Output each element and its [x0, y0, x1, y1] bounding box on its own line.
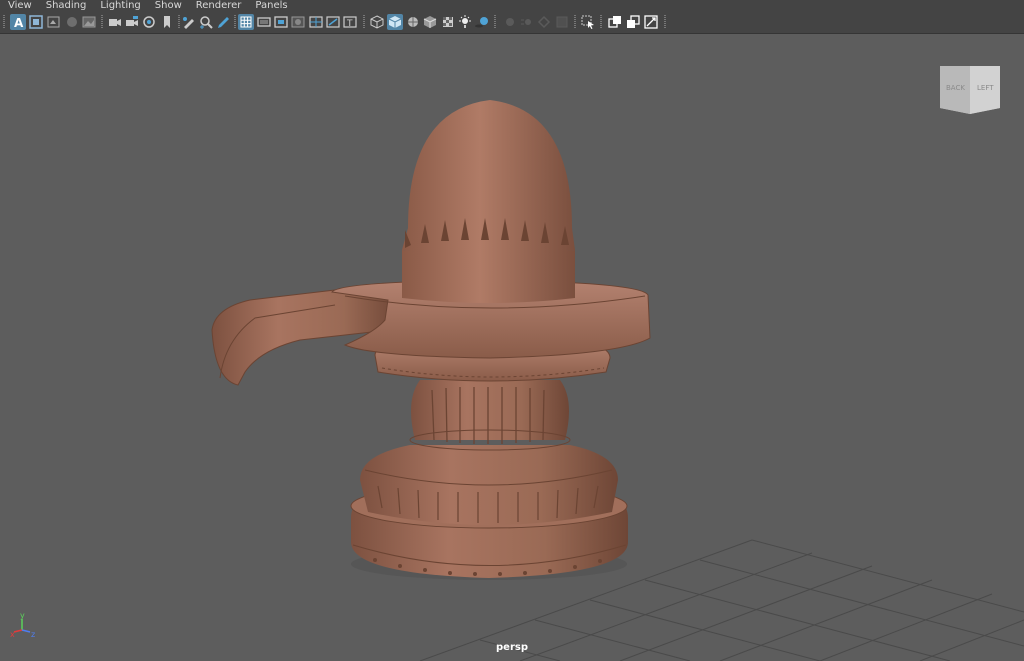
- 3d-viewport[interactable]: BACK LEFT y x z: [0, 34, 1024, 661]
- shadows-icon[interactable]: [474, 14, 490, 30]
- image-plane-icon[interactable]: [81, 14, 97, 30]
- shaded-sphere-icon[interactable]: [64, 14, 80, 30]
- toolbar-separator: [574, 15, 576, 29]
- toolbar-separator: [363, 15, 365, 29]
- maya-viewport-panel: View Shading Lighting Show Renderer Pane…: [0, 0, 1024, 661]
- toolbar-separator: [600, 15, 602, 29]
- safe-action-icon[interactable]: [325, 14, 341, 30]
- isolate-icon[interactable]: [46, 14, 62, 30]
- menu-view[interactable]: View: [0, 0, 38, 12]
- xray-icon[interactable]: [607, 14, 623, 30]
- svg-text:A: A: [14, 16, 24, 30]
- toolbar-separator: [494, 15, 496, 29]
- toolbar-separator: [664, 15, 666, 29]
- svg-text:T: T: [346, 19, 353, 29]
- wireframe-icon[interactable]: [369, 14, 385, 30]
- pencil-icon[interactable]: [215, 14, 231, 30]
- bookmark-icon[interactable]: [159, 14, 175, 30]
- select-camera-icon[interactable]: A: [10, 14, 26, 30]
- viewport-scene: BACK LEFT y x z: [0, 34, 1024, 661]
- anti-aliasing-icon[interactable]: [536, 14, 552, 30]
- motion-blur-icon[interactable]: [519, 14, 535, 30]
- axis-z-label: z: [31, 630, 35, 639]
- camera-attributes-icon[interactable]: [124, 14, 140, 30]
- smooth-shade-icon[interactable]: [387, 14, 403, 30]
- wireframe-on-shaded-icon[interactable]: [405, 14, 421, 30]
- toolbar-separator: [3, 15, 5, 29]
- camera-icon[interactable]: [107, 14, 123, 30]
- toolbar-separator: [101, 15, 103, 29]
- panel-menu-bar: View Shading Lighting Show Renderer Pane…: [0, 0, 1024, 12]
- panel-toolbar: A T: [0, 12, 1024, 34]
- default-material-icon[interactable]: [422, 14, 438, 30]
- menu-renderer[interactable]: Renderer: [188, 0, 248, 12]
- axis-x-label: x: [10, 630, 15, 639]
- view-cube-back-label: BACK: [946, 84, 965, 92]
- toolbar-separator: [234, 15, 236, 29]
- grid-icon[interactable]: [238, 14, 254, 30]
- gate-mask-icon[interactable]: [290, 14, 306, 30]
- view-cube[interactable]: BACK LEFT: [940, 66, 1000, 114]
- menu-panels[interactable]: Panels: [247, 0, 293, 12]
- menu-shading[interactable]: Shading: [38, 0, 93, 12]
- grease-pencil-icon[interactable]: [181, 14, 197, 30]
- field-chart-icon[interactable]: [308, 14, 324, 30]
- camera-name-label: persp: [496, 642, 528, 653]
- xray-joints-icon[interactable]: [625, 14, 641, 30]
- film-gate-icon[interactable]: [256, 14, 272, 30]
- isolate-select-icon[interactable]: [580, 14, 596, 30]
- textured-icon[interactable]: [440, 14, 456, 30]
- frame-selection-icon[interactable]: [28, 14, 44, 30]
- ambient-occlusion-icon[interactable]: [502, 14, 518, 30]
- menu-lighting[interactable]: Lighting: [92, 0, 146, 12]
- hud-toggle-icon[interactable]: [643, 14, 659, 30]
- safe-title-icon[interactable]: T: [342, 14, 358, 30]
- toolbar-separator: [178, 15, 180, 29]
- depth-of-field-icon[interactable]: [554, 14, 570, 30]
- menu-show[interactable]: Show: [147, 0, 188, 12]
- axis-y-label: y: [20, 611, 25, 620]
- bookmark-camera-icon[interactable]: [141, 14, 157, 30]
- lighting-icon[interactable]: [457, 14, 473, 30]
- resolution-gate-icon[interactable]: [273, 14, 289, 30]
- 2d-pan-zoom-icon[interactable]: [198, 14, 214, 30]
- view-cube-left-label: LEFT: [977, 84, 994, 92]
